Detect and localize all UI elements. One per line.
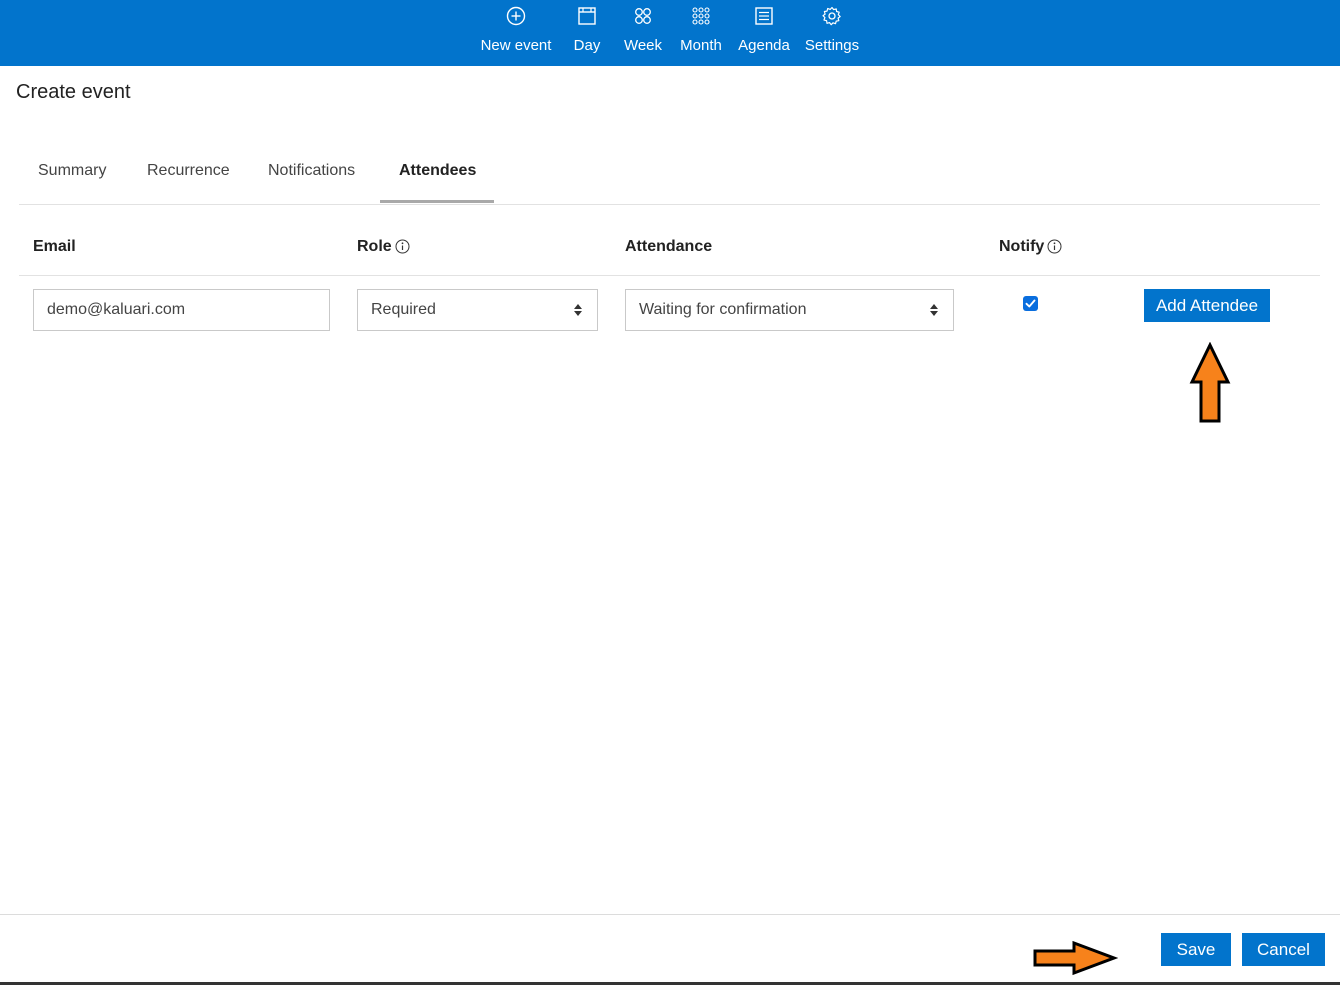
nav-month[interactable]: Month [676, 0, 726, 66]
tabs-divider [19, 204, 1320, 205]
agenda-list-icon [755, 7, 773, 25]
column-header-notify: Notify [999, 238, 1062, 256]
plus-circle-icon [506, 6, 526, 26]
nav-settings-label: Settings [804, 37, 860, 54]
active-tab-indicator [380, 200, 494, 203]
select-arrows-icon [574, 304, 582, 316]
nav-settings[interactable]: Settings [801, 0, 863, 66]
month-grid-icon [692, 7, 710, 25]
role-select-value: Required [371, 301, 436, 318]
annotation-arrow-up-icon [1189, 342, 1231, 423]
tab-recurrence[interactable]: Recurrence [147, 162, 230, 180]
email-field[interactable] [33, 289, 330, 331]
tab-notifications[interactable]: Notifications [268, 162, 355, 180]
role-info-icon[interactable] [395, 239, 410, 254]
column-header-attendance-label: Attendance [625, 238, 713, 255]
nav-agenda[interactable]: Agenda [736, 0, 792, 66]
top-nav-bar: New event Day Week Month Agenda Settings [0, 0, 1340, 66]
add-attendee-button[interactable]: Add Attendee [1144, 289, 1270, 322]
save-button[interactable]: Save [1161, 933, 1231, 966]
week-grid-icon [635, 8, 651, 24]
tab-summary[interactable]: Summary [38, 162, 106, 180]
select-arrows-icon [930, 304, 938, 316]
attendance-select-value: Waiting for confirmation [639, 301, 807, 318]
nav-week[interactable]: Week [620, 0, 666, 66]
column-header-email-label: Email [33, 238, 76, 255]
column-header-attendance: Attendance [625, 238, 712, 256]
header-divider [19, 275, 1320, 276]
nav-day[interactable]: Day [567, 0, 607, 66]
nav-new-event-label: New event [480, 37, 552, 54]
column-header-role: Role [357, 238, 410, 256]
nav-week-label: Week [623, 37, 663, 54]
nav-day-label: Day [573, 37, 601, 54]
notify-info-icon[interactable] [1047, 239, 1062, 254]
footer-divider [0, 914, 1340, 915]
email-input[interactable] [47, 291, 316, 329]
column-header-role-label: Role [357, 238, 392, 255]
nav-agenda-label: Agenda [738, 37, 790, 54]
column-header-email: Email [33, 238, 76, 256]
gear-icon [822, 6, 841, 26]
tab-attendees[interactable]: Attendees [399, 162, 476, 180]
annotation-arrow-right-icon [1033, 940, 1118, 976]
attendance-select[interactable]: Waiting for confirmation [625, 289, 954, 331]
page-title: Create event [16, 81, 131, 103]
nav-new-event[interactable]: New event [476, 0, 556, 66]
notify-checkbox[interactable] [1023, 296, 1038, 311]
column-header-notify-label: Notify [999, 238, 1045, 255]
nav-month-label: Month [680, 37, 722, 54]
day-calendar-icon [578, 7, 596, 25]
checkmark-icon [1025, 299, 1036, 308]
cancel-button[interactable]: Cancel [1242, 933, 1325, 966]
role-select[interactable]: Required [357, 289, 598, 331]
